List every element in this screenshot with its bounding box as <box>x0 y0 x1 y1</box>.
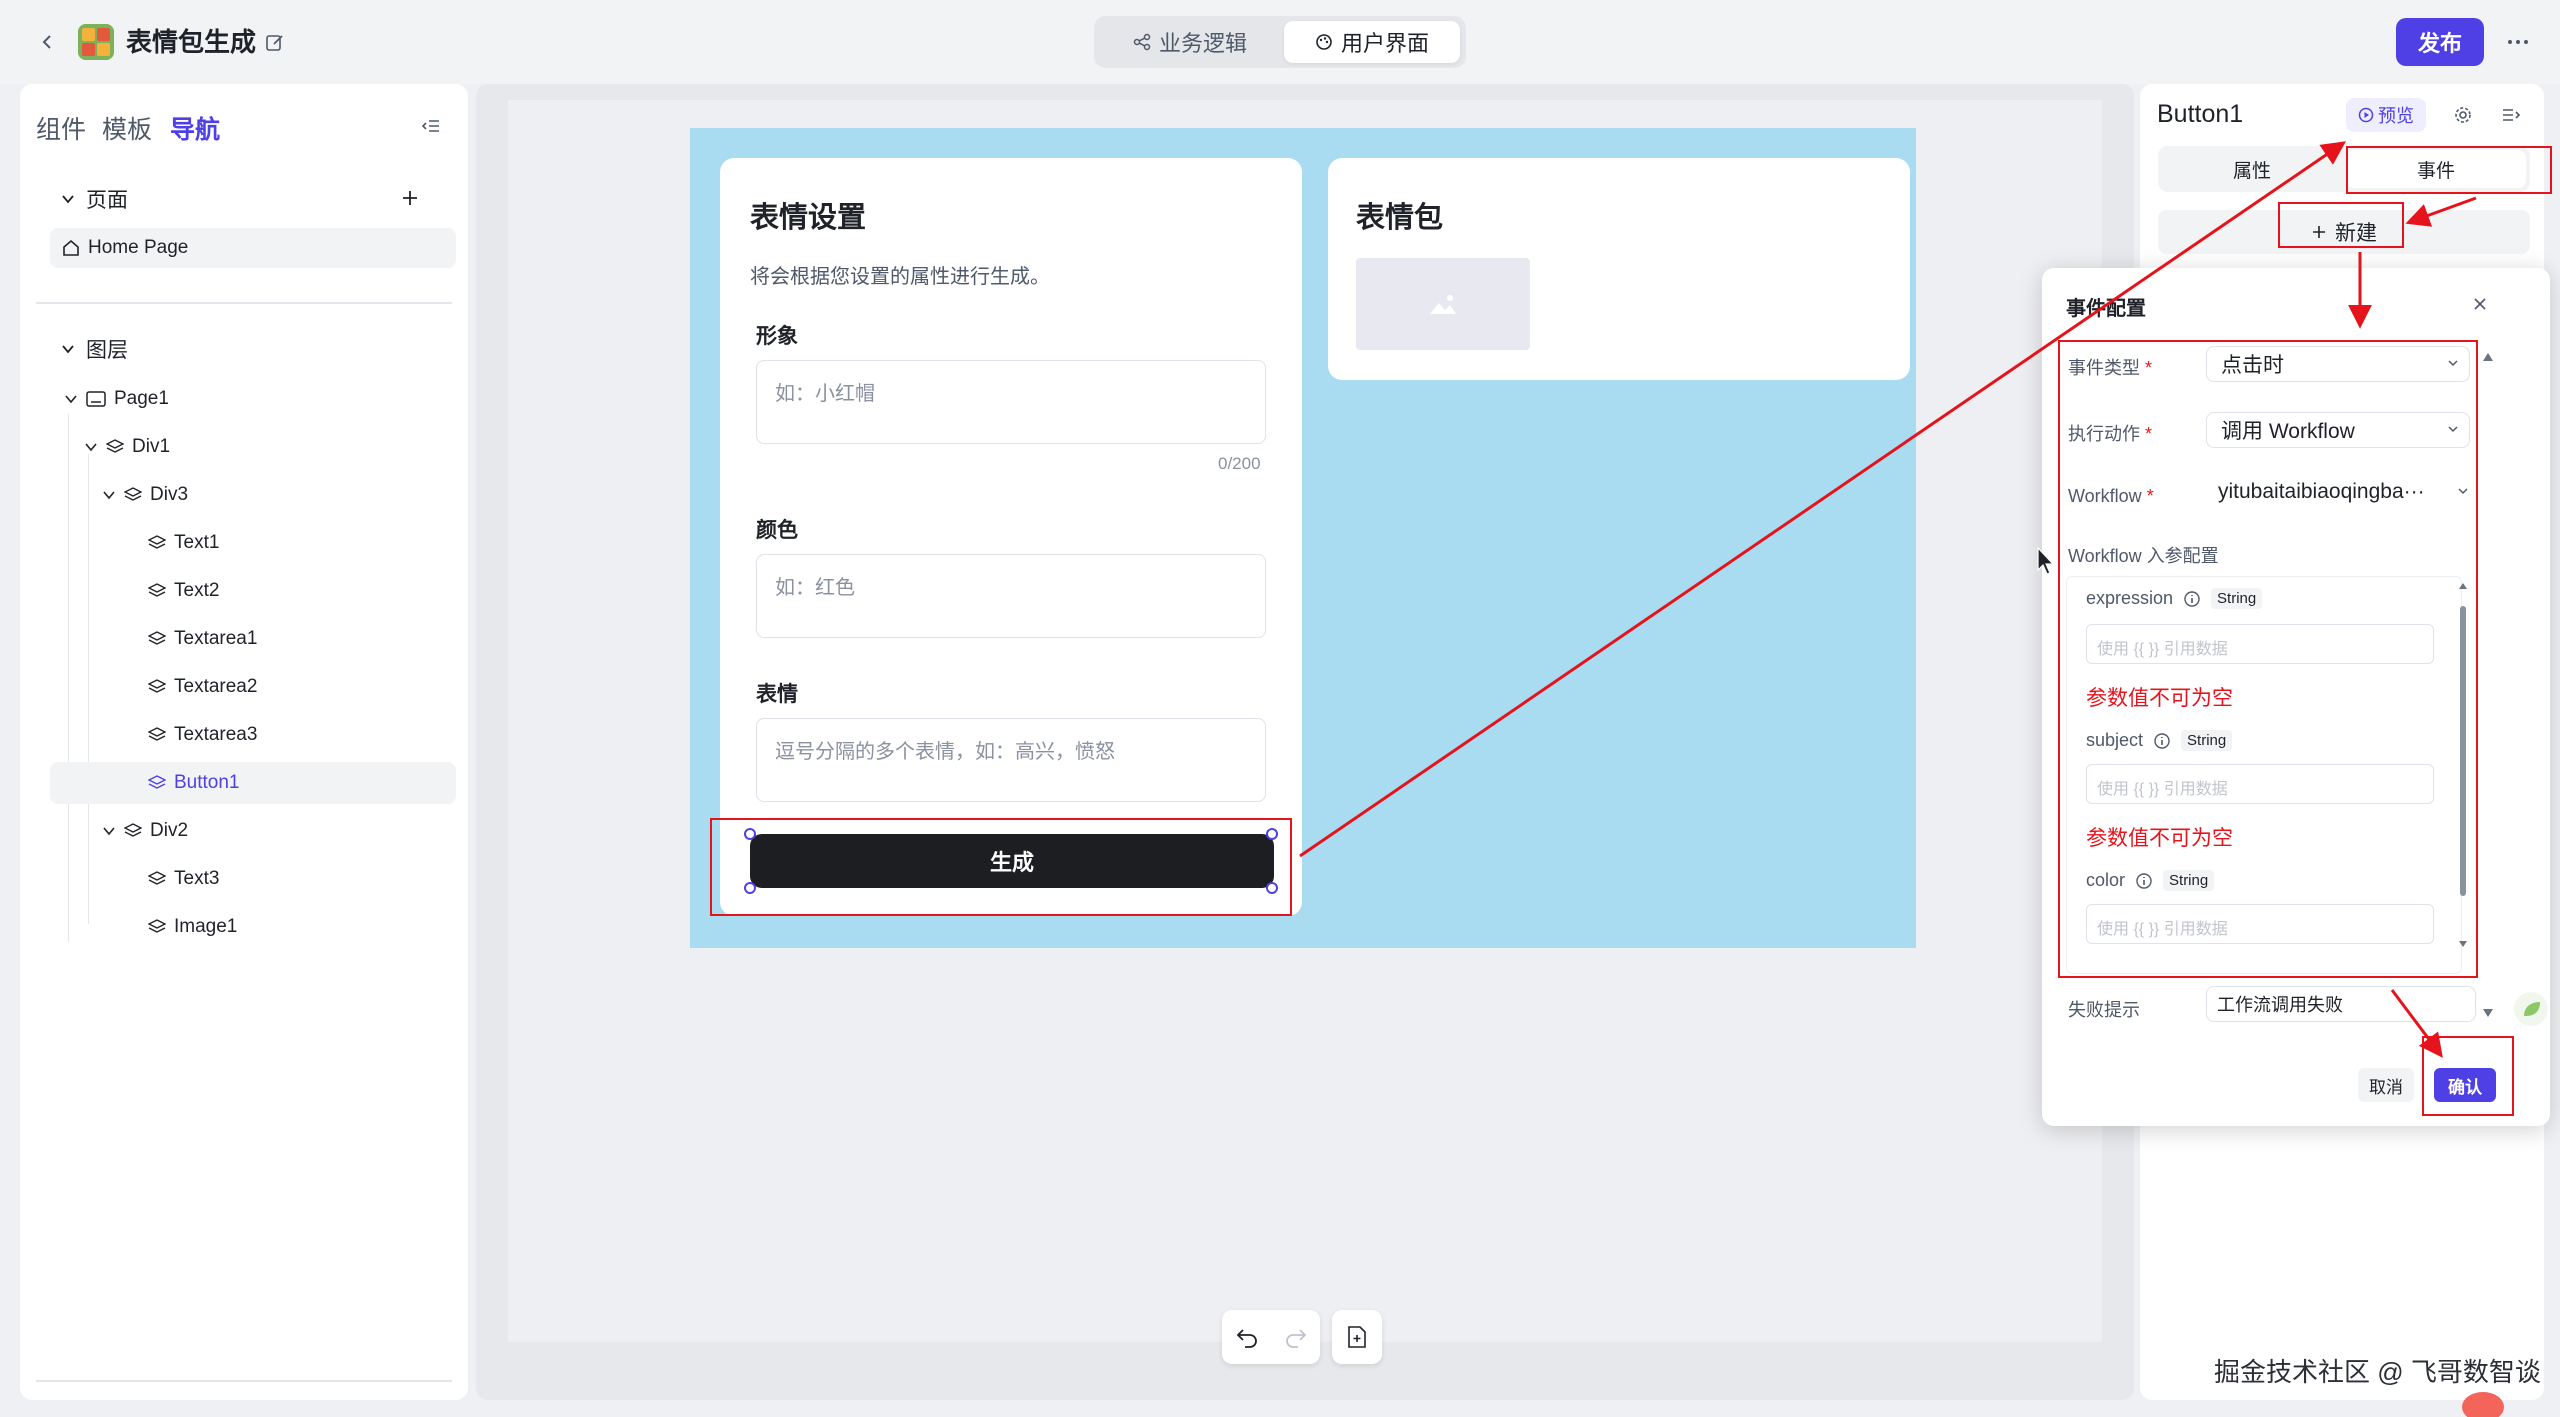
annotation-arrows <box>1299 141 2477 1058</box>
annotation-arrow <box>1299 141 2346 858</box>
annotation-arrow <box>2390 989 2443 1058</box>
watermark: 掘金技术社区 @ 飞哥数智谈 <box>2214 1357 2541 1387</box>
avatar-badge <box>2462 1392 2504 1417</box>
annotation-arrow <box>2405 196 2477 227</box>
